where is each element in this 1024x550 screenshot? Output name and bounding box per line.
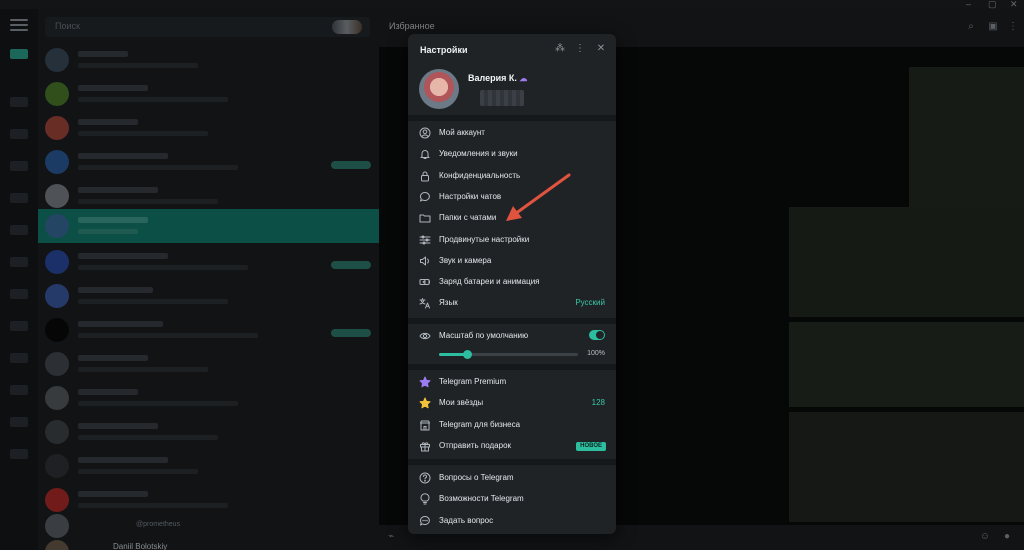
scale-slider[interactable] (439, 350, 578, 359)
menu-item-star[interactable]: Мои звёзды 128 (408, 393, 616, 414)
section-separator (408, 459, 616, 465)
profile-avatar[interactable] (419, 69, 459, 109)
menu-item-label: Telegram Premium (439, 377, 507, 386)
menu-item-gift[interactable]: Отправить подарок НОВОЕ (408, 436, 616, 457)
menu-item-label: Язык (439, 298, 458, 308)
eye-icon (419, 330, 431, 342)
menu-item-bell[interactable]: Уведомления и звуки (408, 144, 616, 165)
menu-item-label: Настройки чатов (439, 191, 502, 201)
menu-item-label: Конфиденциальность (439, 170, 521, 180)
scale-slider-handle[interactable] (462, 350, 472, 359)
settings-title: Настройки (420, 45, 468, 55)
menu-item-lock[interactable]: Конфиденциальность (408, 166, 616, 187)
profile-name[interactable]: Валерия К. ☁ (468, 73, 527, 83)
menu-item-sliders[interactable]: Продвинутые настройки (408, 230, 616, 251)
default-scale-toggle-row[interactable]: Масштаб по умолчанию (408, 326, 616, 347)
gift-icon (419, 440, 431, 452)
section-separator (408, 115, 616, 121)
menu-item-folder[interactable]: Папки с чатами (408, 208, 616, 229)
menu-item-business[interactable]: Telegram для бизнеса (408, 415, 616, 436)
menu-item-language[interactable]: Язык Русский (408, 293, 616, 314)
chat-bubble-icon (419, 191, 431, 203)
menu-item-label: Задать вопрос (439, 515, 494, 525)
menu-item-label: Мой аккаунт (439, 128, 485, 137)
menu-item-label: Мои звёзды (439, 398, 484, 408)
business-icon (419, 419, 431, 431)
new-badge: НОВОЕ (576, 441, 606, 451)
menu-item-chat-dots[interactable]: Задать вопрос (408, 511, 616, 532)
section-separator (408, 364, 616, 370)
menu-item-label: Уведомления и звуки (439, 149, 518, 159)
menu-item-speaker[interactable]: Звук и камера (408, 251, 616, 272)
star-icon (419, 397, 431, 409)
menu-item-label: Заряд батареи и анимация (439, 277, 540, 287)
menu-item-label: Отправить подарок (439, 440, 512, 450)
menu-item-label: Звук и камера (439, 255, 492, 265)
menu-item-label: Вопросы о Telegram (439, 473, 514, 482)
qr-code-icon[interactable]: ⁂ (554, 43, 566, 55)
menu-item-value: 128 (591, 398, 605, 408)
speaker-icon (419, 255, 431, 267)
menu-item-lightbulb[interactable]: Возможности Telegram (408, 489, 616, 510)
emoji-status-icon: ☁ (519, 74, 528, 83)
account-icon (419, 127, 431, 139)
lightbulb-icon (419, 493, 431, 505)
default-scale-switch[interactable] (589, 330, 605, 340)
premium-star-icon (419, 376, 431, 388)
chat-dots-icon (419, 515, 431, 527)
menu-item-chat-bubble[interactable]: Настройки чатов (408, 187, 616, 208)
profile-phone-blurred (480, 90, 524, 106)
menu-item-value: Русский (575, 298, 605, 308)
default-scale-label: Масштаб по умолчанию (439, 331, 529, 340)
close-icon[interactable]: ✕ (595, 43, 607, 55)
scale-value: 100% (587, 350, 605, 357)
more-menu-icon[interactable]: ⋮ (574, 43, 586, 55)
menu-item-label: Папки с чатами (439, 213, 497, 223)
menu-item-label: Возможности Telegram (439, 494, 524, 504)
menu-item-account[interactable]: Мой аккаунт (408, 123, 616, 144)
bell-icon (419, 148, 431, 160)
sliders-icon (419, 234, 431, 246)
battery-icon (419, 276, 431, 288)
section-separator (408, 318, 616, 324)
lock-icon (419, 170, 431, 182)
menu-item-label: Telegram для бизнеса (439, 419, 521, 429)
question-icon (419, 472, 431, 484)
language-icon (419, 297, 431, 309)
settings-panel: Настройки ⁂ ⋮ ✕ Валерия К. ☁ Мой аккаунт… (408, 34, 616, 534)
menu-item-premium-star[interactable]: Telegram Premium (408, 372, 616, 393)
menu-item-label: Продвинутые настройки (439, 234, 530, 244)
menu-item-question[interactable]: Вопросы о Telegram (408, 468, 616, 489)
folder-icon (419, 212, 431, 224)
menu-item-battery[interactable]: Заряд батареи и анимация (408, 272, 616, 293)
